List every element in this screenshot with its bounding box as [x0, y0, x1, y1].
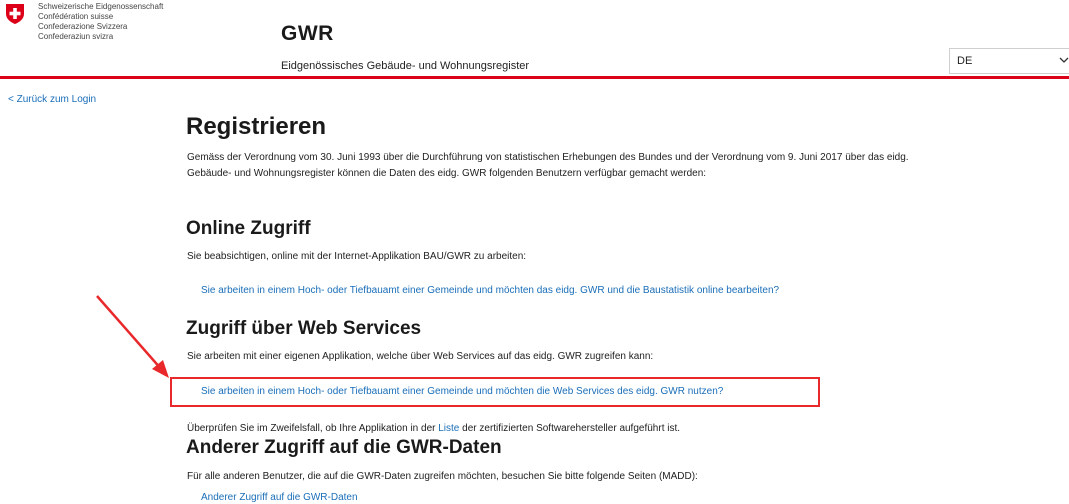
highlight-box [170, 377, 820, 407]
site-header: Schweizerische Eidgenossenschaft Confédé… [0, 0, 1069, 76]
language-value: DE [957, 55, 973, 67]
certified-list-link[interactable]: Liste [438, 423, 459, 434]
intro-text: Gemäss der Verordnung vom 30. Juni 1993 … [187, 152, 909, 179]
app-title: GWR [281, 22, 334, 45]
federation-name: Schweizerische Eidgenossenschaft Confédé… [38, 2, 163, 42]
certified-note-before: Überprüfen Sie im Zweifelsfall, ob Ihre … [187, 423, 439, 434]
header-divider [0, 76, 1069, 79]
online-access-text: Sie beabsichtigen, online mit der Intern… [187, 251, 527, 262]
webservices-heading: Zugriff über Web Services [186, 318, 422, 339]
federation-line-it: Confederazione Svizzera [38, 22, 128, 31]
other-access-heading: Anderer Zugriff auf die GWR-Daten [186, 437, 502, 458]
other-access-link[interactable]: Anderer Zugriff auf die GWR-Daten [201, 492, 358, 503]
swiss-flag-icon [6, 4, 24, 24]
other-access-text: Für alle anderen Benutzer, die auf die G… [187, 471, 698, 482]
online-access-heading: Online Zugriff [186, 218, 311, 239]
certified-note-after: der zertifizierten Softwarehersteller au… [459, 423, 681, 434]
federation-line-fr: Confédération suisse [38, 12, 114, 21]
chevron-down-icon [1059, 57, 1069, 63]
app-subtitle: Eidgenössisches Gebäude- und Wohnungsreg… [281, 60, 530, 72]
certified-list-note: Überprüfen Sie im Zweifelsfall, ob Ihre … [187, 423, 680, 434]
federation-line-rm: Confederaziun svizra [38, 32, 114, 41]
federation-line-de: Schweizerische Eidgenossenschaft [38, 2, 164, 11]
page-title: Registrieren [186, 113, 327, 140]
language-select[interactable]: DE [949, 48, 1069, 74]
back-to-login-link[interactable]: < Zurück zum Login [8, 94, 96, 105]
webservices-text: Sie arbeiten mit einer eigenen Applikati… [187, 351, 654, 362]
online-access-link[interactable]: Sie arbeiten in einem Hoch- oder Tiefbau… [201, 285, 779, 296]
